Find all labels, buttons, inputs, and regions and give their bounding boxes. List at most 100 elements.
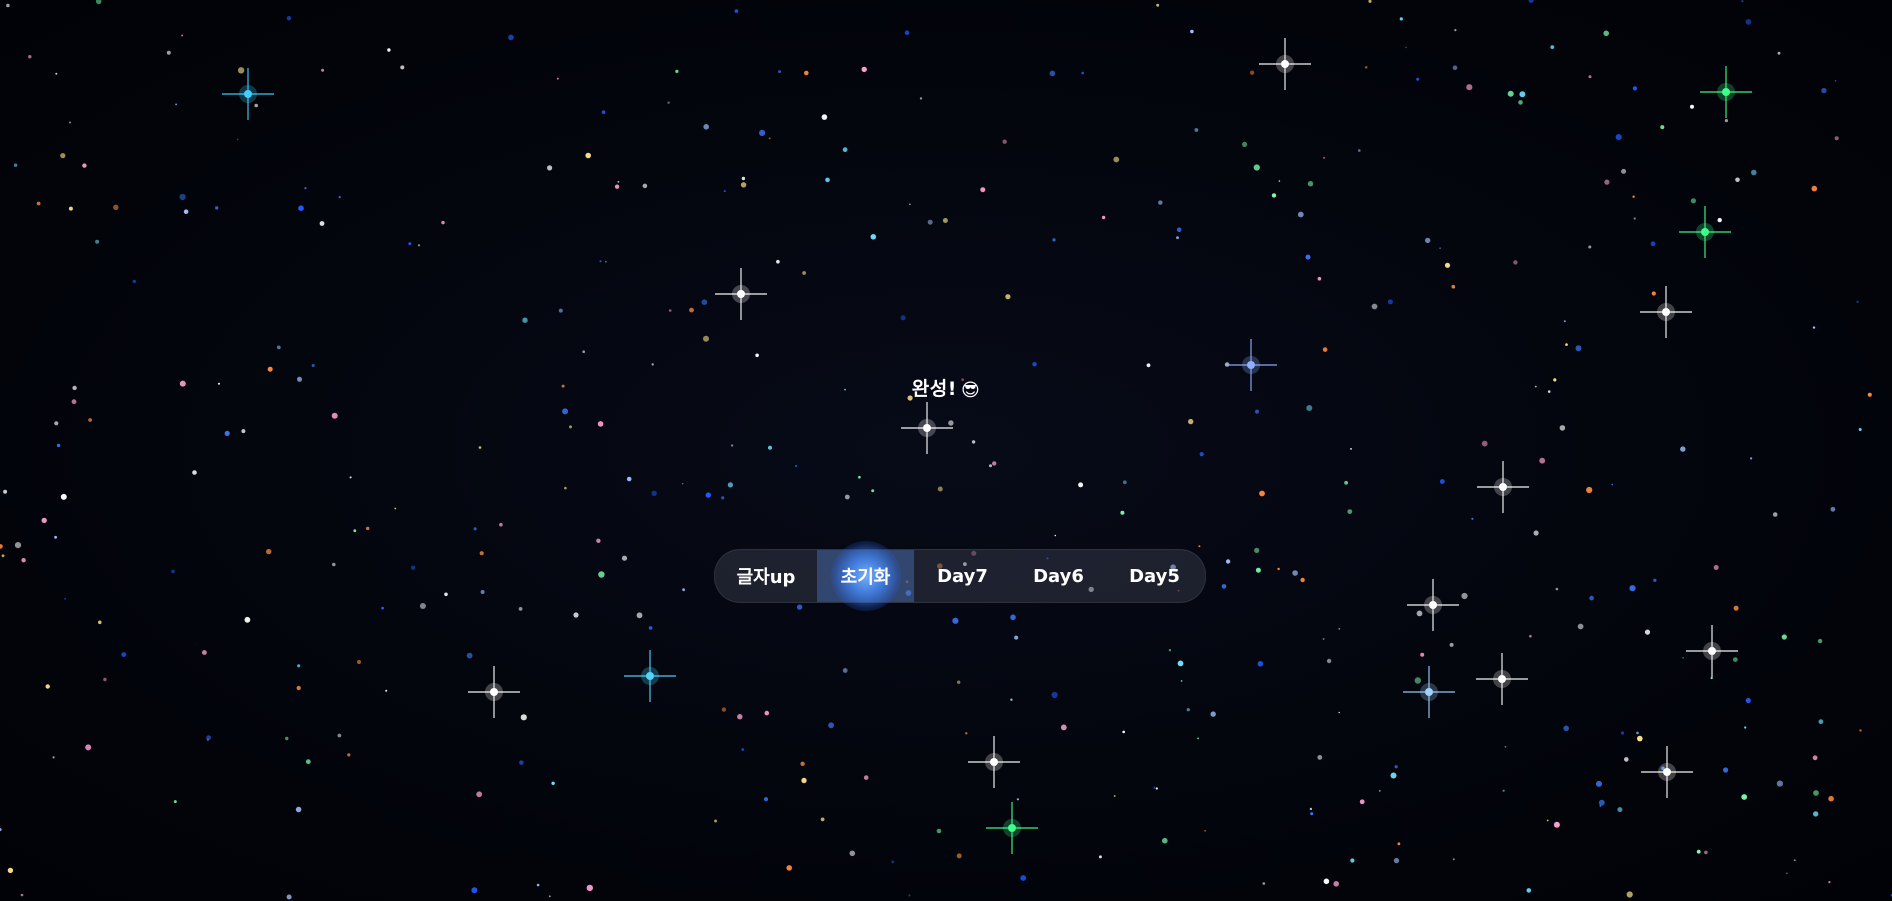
star	[82, 163, 87, 168]
star	[349, 476, 352, 479]
star	[166, 50, 171, 55]
star	[759, 129, 766, 136]
star	[1690, 198, 1696, 204]
star	[441, 220, 445, 225]
star	[1507, 90, 1514, 97]
bright-star	[1259, 38, 1311, 90]
star	[1599, 804, 1602, 807]
star	[1519, 91, 1526, 98]
star	[828, 722, 834, 729]
star	[820, 817, 825, 822]
nav-item-reset[interactable]: 초기화	[817, 541, 914, 611]
star	[1858, 428, 1862, 431]
star	[1359, 799, 1365, 805]
star	[908, 894, 911, 897]
star	[1588, 75, 1592, 79]
star	[1416, 77, 1420, 81]
star	[1596, 780, 1602, 787]
star	[52, 756, 55, 759]
star	[479, 551, 484, 556]
star	[296, 685, 301, 691]
nav-item-day5[interactable]: Day5	[1106, 550, 1203, 602]
star	[547, 165, 553, 171]
star	[1651, 291, 1656, 296]
bright-star	[222, 68, 274, 120]
bright-star	[1641, 746, 1693, 798]
star	[1559, 425, 1566, 431]
star	[1020, 875, 1027, 881]
star	[842, 668, 848, 673]
nav-item-label: Day6	[1033, 565, 1084, 587]
star	[1856, 300, 1859, 303]
bright-star	[968, 736, 1020, 788]
star	[919, 97, 923, 100]
star	[480, 590, 485, 594]
star	[768, 445, 772, 450]
star	[95, 0, 102, 5]
star	[957, 680, 961, 684]
star	[536, 883, 540, 887]
star	[98, 620, 102, 625]
star	[1255, 567, 1261, 573]
star	[1632, 86, 1637, 91]
star	[621, 555, 628, 561]
star	[1309, 807, 1313, 811]
star	[569, 425, 572, 429]
star	[286, 16, 292, 21]
star	[1690, 104, 1694, 109]
star	[1504, 745, 1507, 748]
star	[95, 239, 100, 244]
star	[1528, 0, 1534, 3]
star	[1745, 19, 1752, 25]
star	[1821, 87, 1827, 94]
star	[763, 797, 769, 802]
star	[518, 607, 523, 611]
star	[45, 684, 50, 689]
star	[731, 444, 734, 447]
nav-item-text-up[interactable]: 글자up	[715, 550, 817, 602]
star	[305, 759, 311, 765]
star	[1818, 719, 1824, 725]
star	[804, 70, 809, 76]
star	[1735, 177, 1740, 183]
star	[6, 3, 10, 8]
star	[971, 440, 976, 444]
star	[132, 279, 136, 284]
star	[1262, 882, 1266, 885]
bright-star	[715, 268, 767, 320]
star	[597, 421, 604, 427]
star	[64, 597, 67, 600]
star	[1611, 483, 1614, 486]
star	[585, 152, 591, 159]
star	[1598, 799, 1605, 806]
star	[989, 464, 992, 468]
star	[1776, 780, 1783, 787]
star	[1253, 164, 1260, 171]
star	[1834, 80, 1837, 82]
star	[347, 753, 351, 757]
star	[1471, 517, 1474, 520]
star	[1834, 136, 1839, 141]
star	[980, 187, 986, 193]
nav-item-day7[interactable]: Day7	[914, 550, 1011, 602]
star	[1466, 84, 1473, 91]
star	[842, 147, 848, 153]
nav-bar: 글자up 초기화 Day7 Day6 Day5	[714, 541, 1206, 611]
star	[1660, 125, 1665, 130]
star	[1180, 680, 1183, 682]
nav-item-day6[interactable]: Day6	[1011, 550, 1106, 602]
star	[1338, 628, 1341, 630]
star	[1682, 657, 1684, 659]
star	[321, 68, 325, 72]
star	[626, 476, 632, 482]
star	[599, 260, 602, 263]
star	[1155, 787, 1158, 790]
star	[1603, 30, 1609, 37]
star	[1546, 819, 1549, 822]
star	[206, 735, 212, 741]
star	[1481, 440, 1488, 447]
star	[1526, 888, 1532, 893]
star	[786, 865, 792, 871]
star	[1306, 405, 1313, 411]
star	[1271, 193, 1277, 198]
